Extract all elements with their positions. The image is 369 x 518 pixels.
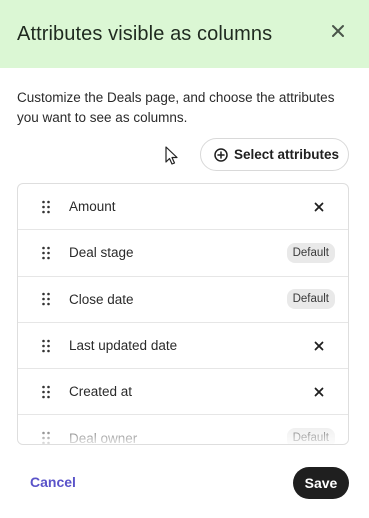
select-attributes-label: Select attributes (234, 147, 340, 162)
drag-handle-icon[interactable] (42, 385, 50, 399)
plus-circle-icon (214, 147, 228, 162)
attribute-label: Last updated date (69, 338, 178, 354)
drag-handle-icon[interactable] (42, 431, 50, 444)
close-icon (314, 387, 324, 397)
dialog-title: Attributes visible as columns (17, 22, 273, 45)
dialog-header: Attributes visible as columns (0, 0, 369, 68)
default-badge: Default (286, 428, 335, 444)
close-icon (332, 25, 344, 37)
attribute-label: Close date (69, 291, 134, 307)
attribute-row[interactable]: Amount (18, 184, 348, 231)
close-button[interactable] (327, 20, 349, 42)
drag-handle-icon[interactable] (42, 246, 50, 260)
remove-attribute-button[interactable] (312, 200, 326, 214)
default-badge: Default (286, 289, 335, 310)
close-icon (314, 202, 324, 212)
attribute-label: Amount (69, 199, 116, 215)
drag-handle-icon[interactable] (42, 292, 50, 306)
attribute-row[interactable]: Deal owner Default (18, 415, 348, 445)
remove-attribute-button[interactable] (312, 339, 326, 353)
drag-handle-icon[interactable] (42, 200, 50, 213)
cancel-button[interactable]: Cancel (30, 474, 76, 490)
select-attributes-button[interactable]: Select attributes (200, 138, 349, 171)
attribute-row[interactable]: Created at (18, 369, 348, 416)
attribute-label: Created at (69, 384, 133, 400)
attribute-row[interactable]: Last updated date (18, 323, 348, 370)
close-icon (314, 341, 324, 350)
attribute-label: Deal owner (69, 430, 138, 445)
remove-attribute-button[interactable] (312, 385, 326, 399)
drag-handle-icon[interactable] (42, 339, 50, 352)
attribute-row[interactable]: Close date Default (18, 277, 348, 323)
attribute-list: Amount Deal stage Default Close date Default… (17, 183, 349, 445)
attribute-row[interactable]: Deal stage Default (18, 230, 348, 277)
dialog-description: Customize the Deals page, and choose the… (17, 90, 335, 125)
mouse-cursor-icon (165, 146, 178, 165)
save-button[interactable]: Save (293, 467, 349, 499)
default-badge: Default (286, 242, 335, 263)
attribute-label: Deal stage (69, 245, 134, 261)
